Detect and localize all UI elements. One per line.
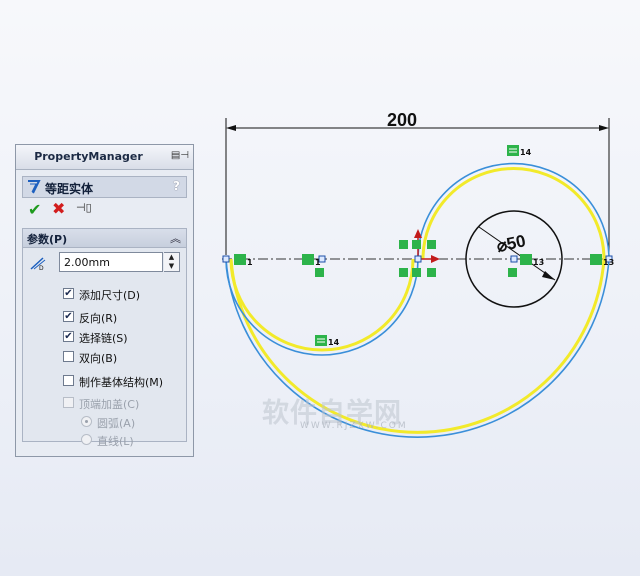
offset-entities-icon	[28, 180, 41, 194]
radio-button	[81, 434, 92, 445]
relation-label: 1	[315, 258, 321, 267]
relation-badge-14-top[interactable]: 14	[507, 145, 532, 157]
relation-label: 13	[603, 258, 614, 267]
diameter-label: ⌀50	[495, 231, 527, 256]
checkmark-icon[interactable]: ✔	[28, 200, 41, 219]
watermark-url: WWW.RJZXW.COM	[300, 421, 408, 431]
option-label: 添加尺寸(D)	[79, 289, 141, 302]
property-manager-title: PropertyManager	[34, 150, 143, 163]
property-manager-panel: PropertyManager ▤⊣ 等距实体 ? ✔ ✖ ⊣▯ 参数(P) ︽…	[15, 144, 194, 457]
checkbox	[63, 397, 74, 408]
collapse-icon[interactable]: ︽	[170, 230, 181, 246]
option-label: 制作基体结构(M)	[79, 376, 164, 389]
checkbox[interactable]	[63, 351, 74, 362]
option-label: 顶端加盖(C)	[79, 398, 140, 411]
checkbox[interactable]: ✔	[63, 331, 74, 342]
pin-icon[interactable]: ▤⊣	[171, 150, 189, 161]
feature-header: 等距实体 ?	[22, 176, 187, 198]
relation-label: 13	[533, 258, 544, 267]
checkbox[interactable]	[63, 375, 74, 386]
property-manager-header: PropertyManager ▤⊣	[16, 145, 193, 170]
svg-text:D: D	[39, 265, 44, 271]
help-button[interactable]: ?	[173, 179, 180, 193]
parameters-header[interactable]: 参数(P) ︽	[23, 229, 186, 248]
checkbox[interactable]: ✔	[63, 311, 74, 322]
distance-stepper[interactable]: ▲ ▼	[164, 252, 180, 272]
parameters-title: 参数(P)	[27, 233, 68, 246]
distance-icon: D	[30, 257, 46, 271]
distance-row: D ▲▼	[27, 252, 187, 274]
relation-badge-14-bottom[interactable]: 14	[315, 335, 340, 347]
checkbox[interactable]: ✔	[63, 288, 74, 299]
x-icon[interactable]: ✖	[52, 199, 65, 218]
option-label: 反向(R)	[79, 312, 118, 325]
option-label: 选择链(S)	[79, 332, 128, 345]
keep-visible-pin-icon[interactable]: ⊣▯	[76, 201, 92, 214]
distance-input[interactable]	[59, 252, 163, 272]
option-label: 直线(L)	[97, 435, 134, 448]
relation-label: 1	[247, 258, 253, 267]
dimension-200-label: 200	[387, 110, 417, 130]
relation-label: 14	[328, 338, 340, 347]
relation-label: 14	[520, 148, 532, 157]
relation-badge-1-left[interactable]: 1	[234, 254, 253, 267]
option-label: 圆弧(A)	[97, 417, 136, 430]
parameters-group: 参数(P) ︽ D ▲▼ ✔ 添加尺寸(D) ✔ 反向(R) ✔ 选择链(S)	[22, 228, 187, 448]
action-bar: ✔ ✖ ⊣▯	[22, 198, 187, 222]
feature-title: 等距实体	[45, 182, 94, 196]
radio-button	[81, 416, 92, 427]
option-label: 双向(B)	[79, 352, 118, 365]
